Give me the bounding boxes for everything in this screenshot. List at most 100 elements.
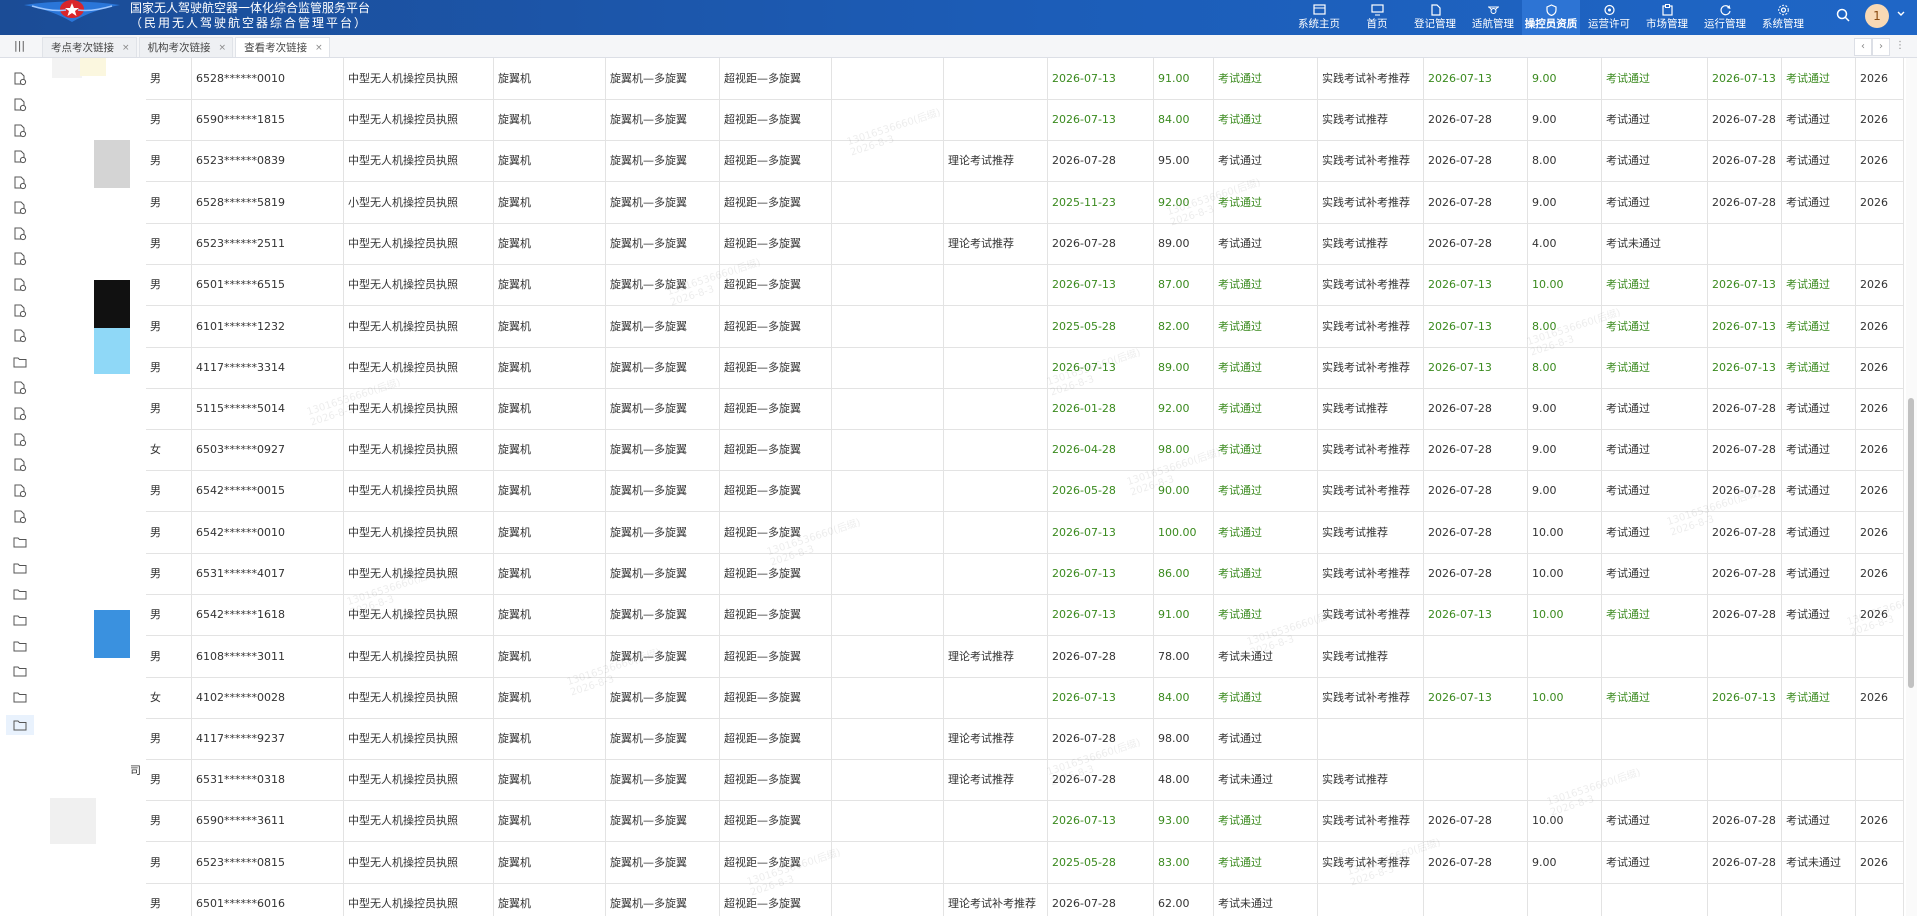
close-icon[interactable]: × <box>122 43 130 53</box>
folder-icon[interactable] <box>13 355 27 369</box>
folder-icon[interactable] <box>13 690 27 704</box>
table-cell <box>832 759 944 800</box>
table-row[interactable]: 男 6528******0010 中型无人机操控员执照 旋翼机 旋翼机—多旋翼 超视距—多… <box>146 58 1904 100</box>
table-row[interactable]: 男 6542******1618 中型无人机操控员执照 旋翼机 旋翼机—多旋翼 超视距—多… <box>146 594 1904 636</box>
table-cell: 男 <box>146 800 192 841</box>
table-cell: 2026 <box>1856 388 1904 429</box>
redacted-block <box>94 610 130 658</box>
table-row[interactable]: 男 6590******3611 中型无人机操控员执照 旋翼机 旋翼机—多旋翼 超视距—多… <box>146 800 1904 842</box>
file-icon[interactable] <box>13 124 27 138</box>
table-row[interactable]: 男 6501******6515 中型无人机操控员执照 旋翼机 旋翼机—多旋翼 超视距—多… <box>146 264 1904 306</box>
table-row[interactable]: 男 5115******5014 中型无人机操控员执照 旋翼机 旋翼机—多旋翼 超视距—多… <box>146 388 1904 430</box>
file-icon[interactable] <box>13 329 27 343</box>
table-cell: 2026-07-28 <box>1708 512 1782 553</box>
table-row[interactable]: 男 6590******1815 中型无人机操控员执照 旋翼机 旋翼机—多旋翼 超视距—多… <box>146 99 1904 141</box>
nav-operation-permit[interactable]: 运营许可 <box>1580 0 1638 35</box>
table-cell: 2026 <box>1856 429 1904 470</box>
folder-icon[interactable] <box>13 639 27 653</box>
vertical-scrollbar[interactable] <box>1906 58 1917 916</box>
table-row[interactable]: 女 4102******0028 中型无人机操控员执照 旋翼机 旋翼机—多旋翼 超视距—多… <box>146 677 1904 719</box>
close-icon[interactable]: × <box>315 43 323 53</box>
tab-view-exam-link[interactable]: 查看考次链接 × <box>235 37 330 57</box>
table-row[interactable]: 男 6501******6016 中型无人机操控员执照 旋翼机 旋翼机—多旋翼 超视距—多… <box>146 883 1904 916</box>
nav-system-home[interactable]: 系统主页 <box>1290 0 1348 35</box>
table-cell: 考试通过 <box>1782 347 1856 388</box>
table-cell: 男 <box>146 470 192 511</box>
table-row[interactable]: 男 6523******2511 中型无人机操控员执照 旋翼机 旋翼机—多旋翼 超视距—多… <box>146 223 1904 265</box>
table-row[interactable]: 男 6528******5819 小型无人机操控员执照 旋翼机 旋翼机—多旋翼 超视距—多… <box>146 182 1904 224</box>
file-icon[interactable] <box>13 381 27 395</box>
table-row[interactable]: 男 6523******0815 中型无人机操控员执照 旋翼机 旋翼机—多旋翼 超视距—多… <box>146 842 1904 884</box>
folder-icon[interactable] <box>13 561 27 575</box>
file-icon[interactable] <box>13 458 27 472</box>
tab-more-button[interactable]: ⋮ <box>1892 38 1908 54</box>
file-icon[interactable] <box>13 176 27 190</box>
table-row[interactable]: 男 6531******4017 中型无人机操控员执照 旋翼机 旋翼机—多旋翼 超视距—多… <box>146 553 1904 595</box>
nav-operations[interactable]: 运行管理 <box>1696 0 1754 35</box>
table-row[interactable]: 男 4117******3314 中型无人机操控员执照 旋翼机 旋翼机—多旋翼 超视距—多… <box>146 347 1904 389</box>
close-icon[interactable]: × <box>219 43 227 53</box>
nav-label: 首页 <box>1366 18 1388 30</box>
table-cell: 2026 <box>1856 347 1904 388</box>
search-icon[interactable] <box>1836 8 1850 25</box>
table-cell: 91.00 <box>1154 594 1214 635</box>
file-icon[interactable] <box>13 278 27 292</box>
file-icon[interactable] <box>13 72 27 86</box>
table-row[interactable]: 男 4117******9237 中型无人机操控员执照 旋翼机 旋翼机—多旋翼 超视距—多… <box>146 718 1904 760</box>
tab-next-button[interactable]: › <box>1872 38 1890 56</box>
table-cell: 2026 <box>1856 800 1904 841</box>
folder-icon[interactable] <box>6 715 34 735</box>
file-icon[interactable] <box>13 201 27 215</box>
file-icon[interactable] <box>13 433 27 447</box>
file-icon[interactable] <box>13 252 27 266</box>
table-cell: 旋翼机 <box>494 140 606 181</box>
file-icon[interactable] <box>13 150 27 164</box>
table-row[interactable]: 男 6523******0839 中型无人机操控员执照 旋翼机 旋翼机—多旋翼 超视距—多… <box>146 140 1904 182</box>
nav-airworthiness[interactable]: 适航管理 <box>1464 0 1522 35</box>
table-cell: 考试通过 <box>1782 140 1856 181</box>
table-cell: 2026-07-28 <box>1708 182 1782 223</box>
table-row[interactable]: 男 6108******3011 中型无人机操控员执照 旋翼机 旋翼机—多旋翼 超视距—多… <box>146 636 1904 678</box>
table-cell: 实践考试补考推荐 <box>1318 470 1424 511</box>
file-icon[interactable] <box>13 484 27 498</box>
folder-icon[interactable] <box>13 535 27 549</box>
nav-registration[interactable]: 登记管理 <box>1406 0 1464 35</box>
nav-system-admin[interactable]: 系统管理 <box>1754 0 1812 35</box>
menu-toggle-icon[interactable]: ||| <box>14 39 25 52</box>
nav-operator-qualification[interactable]: 操控员资质 <box>1522 0 1580 35</box>
folder-icon[interactable] <box>13 587 27 601</box>
folder-icon[interactable] <box>13 613 27 627</box>
file-icon[interactable] <box>13 98 27 112</box>
table-row[interactable]: 女 6503******0927 中型无人机操控员执照 旋翼机 旋翼机—多旋翼 超视距—多… <box>146 429 1904 471</box>
table-row[interactable]: 男 6531******0318 中型无人机操控员执照 旋翼机 旋翼机—多旋翼 超视距—多… <box>146 759 1904 801</box>
table-row[interactable]: 男 6542******0010 中型无人机操控员执照 旋翼机 旋翼机—多旋翼 超视距—多… <box>146 512 1904 554</box>
file-icon[interactable] <box>13 510 27 524</box>
nav-home[interactable]: 首页 <box>1348 0 1406 35</box>
tab-prev-button[interactable]: ‹ <box>1854 38 1872 56</box>
window-icon <box>1312 2 1326 17</box>
table-row[interactable]: 男 6101******1232 中型无人机操控员执照 旋翼机 旋翼机—多旋翼 超视距—多… <box>146 306 1904 348</box>
table-cell: 2026-07-13 <box>1048 512 1154 553</box>
chevron-down-icon[interactable] <box>1896 9 1906 22</box>
file-icon[interactable] <box>13 407 27 421</box>
table-cell: 实践考试补考推荐 <box>1318 800 1424 841</box>
file-icon[interactable] <box>13 227 27 241</box>
table-cell: 考试通过 <box>1782 800 1856 841</box>
table-cell <box>832 99 944 140</box>
table-cell: 2026-07-13 <box>1708 264 1782 305</box>
table-row[interactable]: 男 6542******0015 中型无人机操控员执照 旋翼机 旋翼机—多旋翼 超视距—多… <box>146 470 1904 512</box>
table-cell <box>1856 718 1904 759</box>
table-cell <box>1708 636 1782 677</box>
nav-market[interactable]: 市场管理 <box>1638 0 1696 35</box>
tab-institution-link[interactable]: 机构考次链接 × <box>138 37 234 57</box>
table-cell: 中型无人机操控员执照 <box>344 594 494 635</box>
user-avatar[interactable]: 1 <box>1865 4 1889 28</box>
table-cell: 旋翼机—多旋翼 <box>606 677 720 718</box>
folder-icon[interactable] <box>13 664 27 678</box>
scrollbar-thumb[interactable] <box>1908 398 1914 688</box>
tab-exam-site-link[interactable]: 考点考次链接 × <box>42 37 137 57</box>
monitor-icon <box>1370 2 1384 17</box>
table-cell: 考试通过 <box>1214 99 1318 140</box>
file-icon[interactable] <box>13 304 27 318</box>
table-cell: 考试通过 <box>1782 677 1856 718</box>
